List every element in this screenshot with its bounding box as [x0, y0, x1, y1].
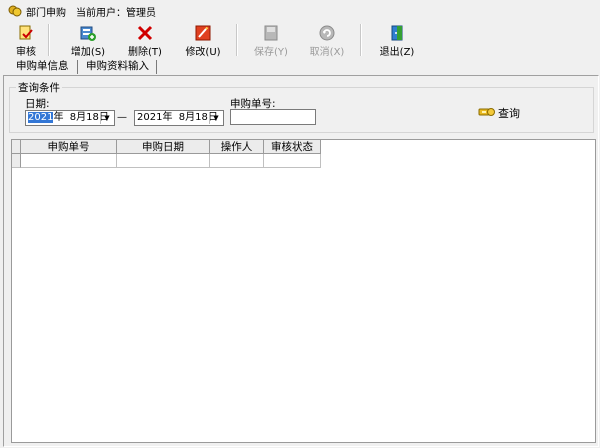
query-group-title: 查询条件: [16, 80, 62, 95]
column-header-number[interactable]: 申购单号: [21, 140, 117, 154]
exit-button[interactable]: 退出(Z): [374, 22, 420, 60]
date-label: 日期:: [25, 98, 50, 110]
column-header-status[interactable]: 审核状态: [264, 140, 321, 154]
exit-icon: [391, 25, 403, 41]
date-range-separator: —: [117, 112, 127, 123]
date-from-picker[interactable]: 2021年 8月18日 ▼: [25, 110, 115, 126]
chevron-down-icon[interactable]: ▼: [209, 112, 222, 124]
purchase-grid[interactable]: 申购单号 申购日期 操作人 审核状态: [11, 139, 596, 443]
delete-icon: [137, 25, 153, 41]
row-indicator: [12, 154, 21, 168]
column-header-operator[interactable]: 操作人: [210, 140, 264, 154]
add-button[interactable]: 增加(S): [64, 22, 112, 60]
approve-icon: [19, 25, 33, 40]
save-button[interactable]: 保存(Y): [248, 22, 294, 60]
edit-button[interactable]: 修改(U): [180, 22, 226, 60]
purchase-number-input[interactable]: [230, 109, 316, 125]
save-icon: [264, 25, 278, 41]
current-user-label: 当前用户：管理员: [76, 8, 156, 19]
toolbar: 审核 增加(S) 删除(T) 修改(U) 保存(Y) 取消(X) 退出(Z): [0, 22, 600, 60]
toolbar-separator: [236, 24, 238, 56]
cancel-icon: [319, 25, 335, 41]
app-icon: [8, 5, 22, 17]
tab-separator: [77, 60, 78, 74]
date-to-picker[interactable]: 2021年 8月18日 ▼: [134, 110, 224, 126]
tab-separator: [156, 60, 157, 74]
column-header-date[interactable]: 申购日期: [117, 140, 210, 154]
approve-button[interactable]: 审核: [6, 22, 46, 60]
tab-purchase-entry[interactable]: 申购资料输入: [82, 59, 153, 74]
toolbar-separator: [48, 24, 50, 56]
edit-icon: [195, 25, 211, 41]
table-cell[interactable]: [21, 154, 117, 168]
date-to-value: 2021年 8月18日: [137, 112, 218, 123]
table-cell[interactable]: [264, 154, 321, 168]
key-search-icon: [478, 108, 495, 116]
window-title: 部门申购: [26, 8, 66, 19]
cancel-button[interactable]: 取消(X): [304, 22, 350, 60]
query-button[interactable]: 查询: [478, 103, 524, 121]
table-cell[interactable]: [210, 154, 264, 168]
grid-corner: [12, 140, 21, 154]
tab-purchase-info[interactable]: 申购单信息: [12, 59, 73, 74]
chevron-down-icon[interactable]: ▼: [100, 112, 113, 124]
delete-button[interactable]: 删除(T): [122, 22, 168, 60]
toolbar-separator: [360, 24, 362, 56]
date-from-year: 2021: [28, 112, 54, 123]
tab-strip: 申购单信息 申购资料输入: [0, 59, 600, 76]
add-icon: [80, 26, 96, 41]
table-cell[interactable]: [117, 154, 210, 168]
